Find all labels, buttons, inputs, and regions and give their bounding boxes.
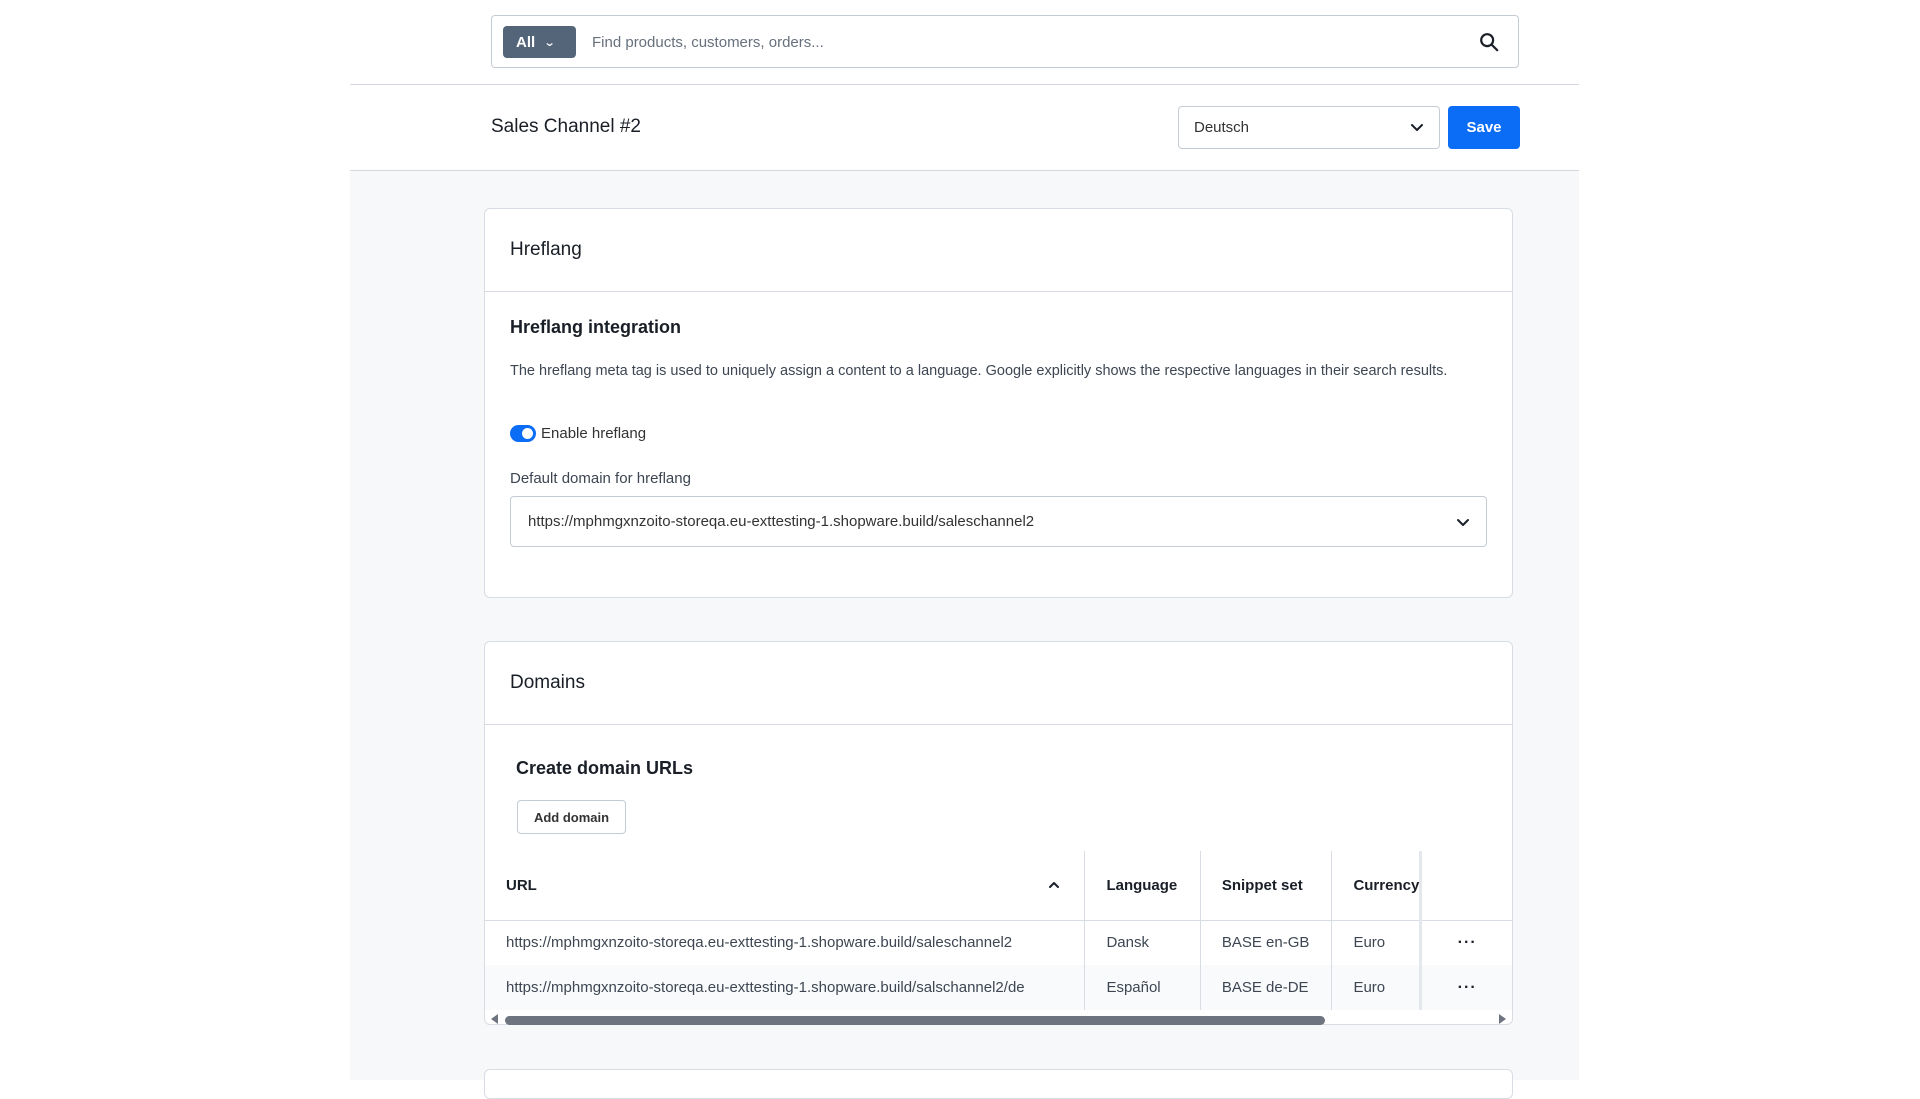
domains-table: URL Language Snippet set Currency https:… bbox=[485, 851, 1512, 1012]
save-button[interactable]: Save bbox=[1448, 106, 1520, 149]
cell-snippet-set: BASE de-DE bbox=[1200, 965, 1333, 1010]
search-scope-dropdown[interactable]: All ⌄ bbox=[503, 26, 576, 58]
cell-language: Español bbox=[1084, 965, 1201, 1010]
column-header-actions bbox=[1419, 851, 1512, 921]
top-bar: All ⌄ bbox=[350, 0, 1579, 85]
add-domain-button[interactable]: Add domain bbox=[517, 800, 626, 834]
hreflang-card: Hreflang Hreflang integration The hrefla… bbox=[484, 208, 1513, 598]
domains-card-title: Domains bbox=[485, 642, 1512, 725]
ellipsis-icon: ··· bbox=[1457, 933, 1477, 951]
column-header-snippet-set[interactable]: Snippet set bbox=[1200, 851, 1333, 921]
scrollbar-thumb[interactable] bbox=[505, 1016, 1325, 1025]
hreflang-card-title: Hreflang bbox=[485, 209, 1512, 292]
column-header-url[interactable]: URL bbox=[485, 851, 1086, 921]
default-domain-label: Default domain for hreflang bbox=[510, 470, 691, 487]
cell-url[interactable]: https://mphmgxnzoito-storeqa.eu-exttesti… bbox=[485, 965, 1086, 1010]
column-label: URL bbox=[506, 876, 537, 894]
page-header: Sales Channel #2 Deutsch Save bbox=[350, 85, 1579, 171]
enable-hreflang-row: Enable hreflang bbox=[510, 425, 646, 442]
cell-currency: Euro bbox=[1331, 965, 1421, 1010]
domains-card: Domains Create domain URLs Add domain UR… bbox=[484, 641, 1513, 1025]
app-frame: All ⌄ Sales Channel #2 Deutsch Save Href… bbox=[350, 0, 1579, 1099]
chevron-down-icon bbox=[1411, 124, 1423, 131]
enable-hreflang-label: Enable hreflang bbox=[541, 425, 647, 442]
table-row: https://mphmgxnzoito-storeqa.eu-exttesti… bbox=[485, 965, 1512, 1010]
table-row: https://mphmgxnzoito-storeqa.eu-exttesti… bbox=[485, 920, 1512, 965]
sort-ascending-icon[interactable] bbox=[1048, 879, 1060, 891]
chevron-down-icon bbox=[1457, 519, 1469, 526]
search-scope-label: All bbox=[516, 33, 536, 51]
table-header-row: URL Language Snippet set Currency bbox=[485, 851, 1512, 921]
cell-currency: Euro bbox=[1353, 934, 1386, 952]
horizontal-scrollbar[interactable] bbox=[485, 1012, 1512, 1026]
cell-url[interactable]: https://mphmgxnzoito-storeqa.eu-exttesti… bbox=[485, 920, 1086, 965]
cell-language: Dansk bbox=[1084, 920, 1201, 965]
search-input[interactable] bbox=[592, 28, 1452, 56]
scroll-right-arrow-icon[interactable] bbox=[1499, 1014, 1506, 1024]
chevron-down-icon: ⌄ bbox=[543, 36, 556, 49]
global-search: All ⌄ bbox=[491, 15, 1519, 68]
page-title: Sales Channel #2 bbox=[491, 116, 641, 137]
default-domain-select[interactable]: https://mphmgxnzoito-storeqa.eu-exttesti… bbox=[510, 496, 1487, 547]
column-header-currency[interactable]: Currency bbox=[1331, 851, 1421, 921]
domains-subtitle: Create domain URLs bbox=[516, 758, 694, 778]
cell-snippet-set: BASE en-GB bbox=[1200, 920, 1333, 965]
row-actions-button[interactable]: ··· bbox=[1419, 965, 1512, 1010]
language-select-value: Deutsch bbox=[1194, 119, 1250, 136]
enable-hreflang-toggle[interactable] bbox=[510, 425, 536, 442]
language-select[interactable]: Deutsch bbox=[1178, 106, 1440, 149]
search-icon[interactable] bbox=[1478, 31, 1500, 53]
hreflang-description: The hreflang meta tag is used to uniquel… bbox=[510, 363, 1448, 379]
column-header-language[interactable]: Language bbox=[1084, 851, 1201, 921]
scroll-left-arrow-icon[interactable] bbox=[491, 1014, 498, 1024]
default-domain-value: https://mphmgxnzoito-storeqa.eu-exttesti… bbox=[528, 513, 1035, 530]
next-card bbox=[484, 1069, 1513, 1099]
row-actions-button[interactable]: ··· bbox=[1419, 920, 1512, 965]
hreflang-subtitle: Hreflang integration bbox=[510, 317, 682, 337]
ellipsis-icon: ··· bbox=[1457, 978, 1477, 996]
